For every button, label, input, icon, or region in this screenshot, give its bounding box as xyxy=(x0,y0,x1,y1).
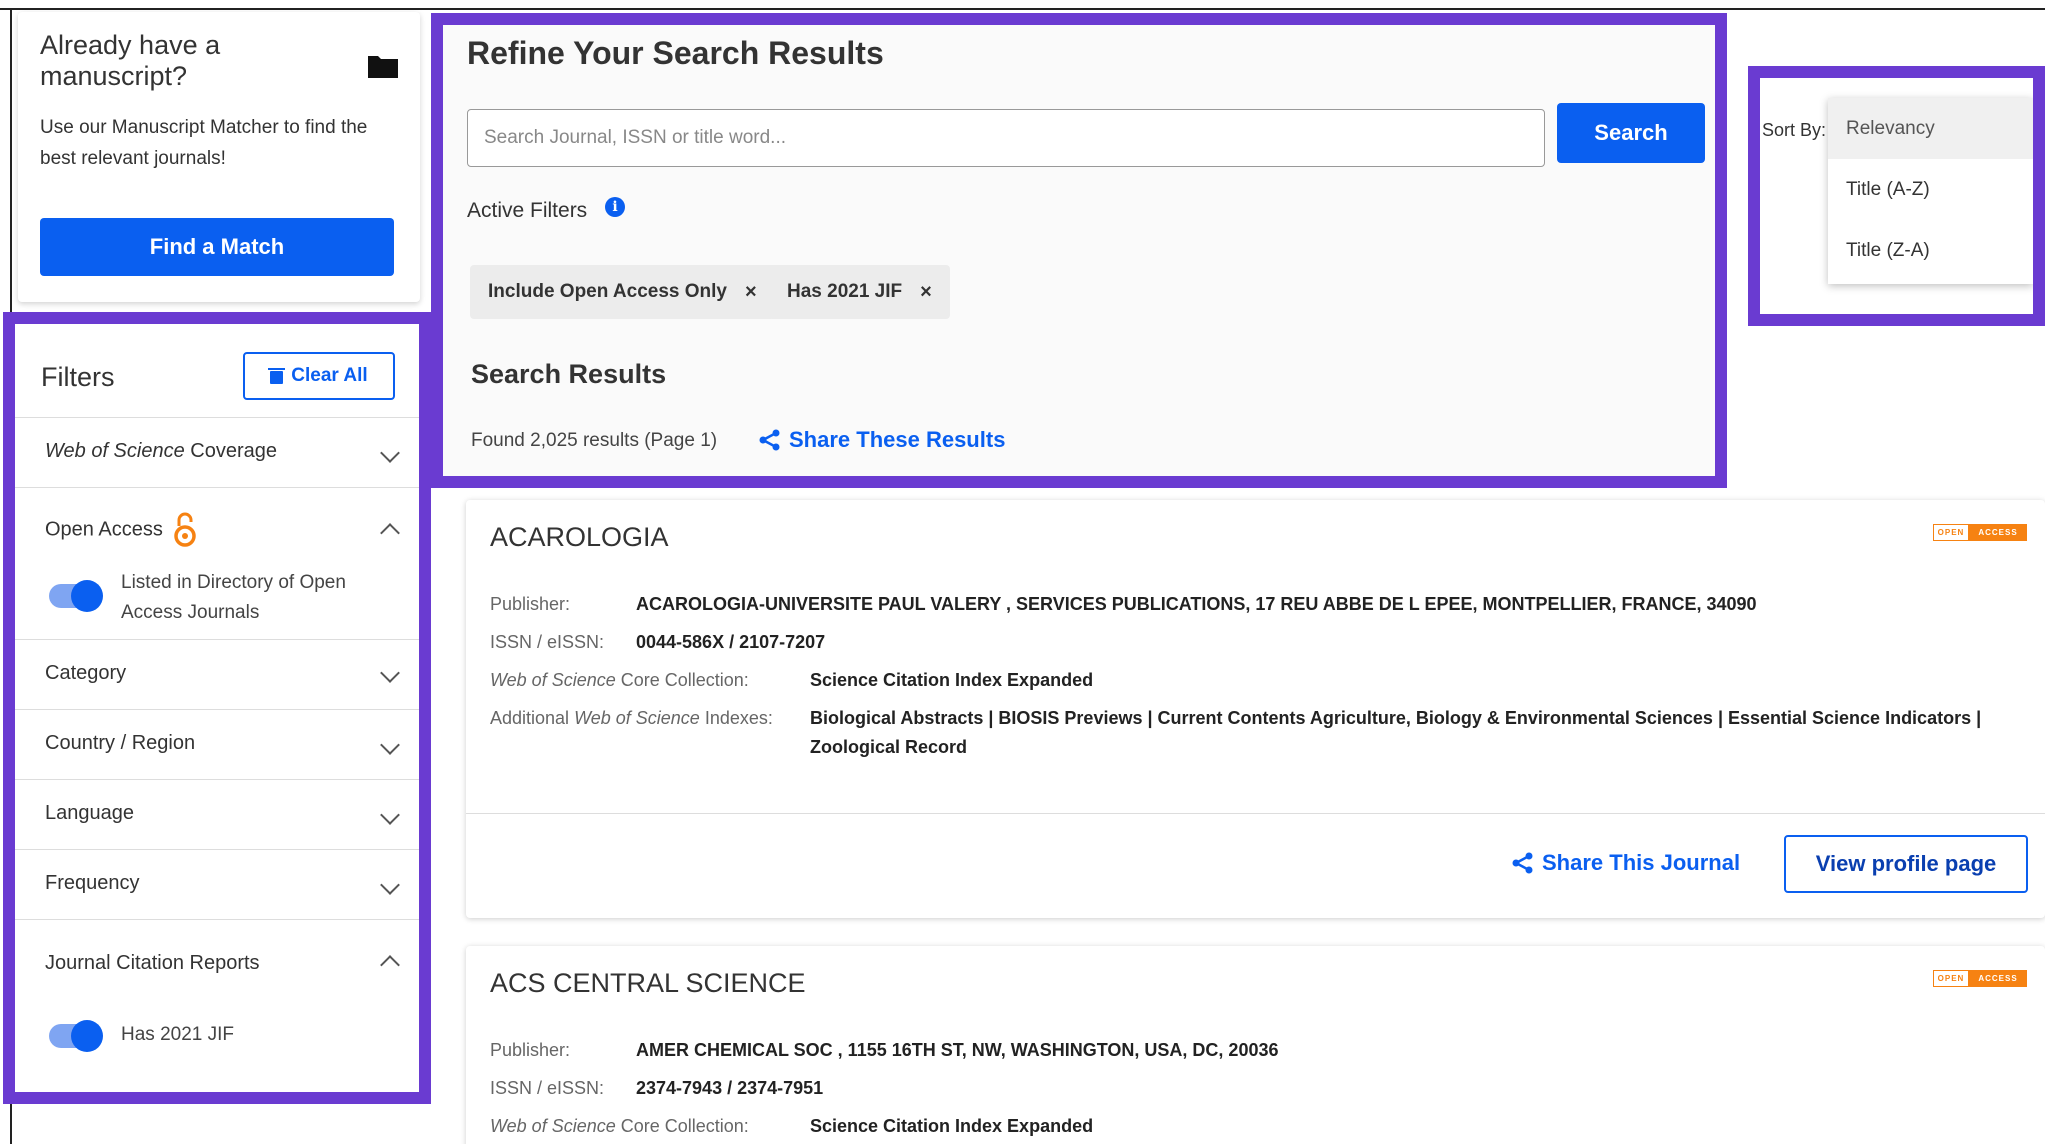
additional-indexes-row: Additional Web of Science Indexes: Biolo… xyxy=(490,708,1981,757)
issn-label: ISSN / eISSN: xyxy=(490,632,605,652)
issn-value: 0044-586X / 2107-7207 xyxy=(636,632,826,652)
publisher-value: ACAROLOGIA-UNIVERSITE PAUL VALERY , SERV… xyxy=(636,594,1757,614)
share-journal-label: Share This Journal xyxy=(1542,850,1741,875)
issn-value: 2374-7943 / 2374-7951 xyxy=(636,1078,824,1098)
manuscript-description: Use our Manuscript Matcher to find the b… xyxy=(40,117,368,169)
publisher-row: Publisher: ACAROLOGIA-UNIVERSITE PAUL VA… xyxy=(490,594,1757,615)
issn-row: ISSN / eISSN: 2374-7943 / 2374-7951 xyxy=(490,1078,823,1099)
journal-result-card: ACS CENTRAL SCIENCE OPEN ACCESS Publishe… xyxy=(466,946,2045,1144)
share-journal-link[interactable]: Share This Journal xyxy=(1512,850,1740,876)
additional-indexes-value-1: Biological Abstracts | BIOSIS Previews |… xyxy=(810,708,1982,728)
folder-icon xyxy=(368,56,398,78)
publisher-label: Publisher: xyxy=(490,1040,571,1060)
frame-top-border xyxy=(0,8,2045,10)
core-collection-label: Web of Science Core Collection: xyxy=(490,1116,749,1136)
issn-label: ISSN / eISSN: xyxy=(490,1078,605,1098)
find-a-match-button[interactable]: Find a Match xyxy=(40,218,394,276)
issn-row: ISSN / eISSN: 0044-586X / 2107-7207 xyxy=(490,632,825,653)
view-profile-button[interactable]: View profile page xyxy=(1784,835,2028,893)
oa-badge-right: ACCESS xyxy=(1969,970,2027,987)
oa-badge-right: ACCESS xyxy=(1969,524,2027,541)
core-collection-row: Web of Science Core Collection: Science … xyxy=(490,1116,1093,1137)
additional-indexes-value-2: Zoological Record xyxy=(810,737,968,757)
manuscript-matcher-card: Already have a manuscript? Use our Manus… xyxy=(18,12,420,302)
journal-title[interactable]: ACAROLOGIA xyxy=(490,522,669,553)
additional-indexes-label: Additional Web of Science Indexes: xyxy=(490,708,773,728)
open-access-badge: OPEN ACCESS xyxy=(1933,524,2027,541)
core-collection-label: Web of Science Core Collection: xyxy=(490,670,749,690)
journal-title[interactable]: ACS CENTRAL SCIENCE xyxy=(490,968,806,999)
highlight-box-filters xyxy=(3,312,431,1104)
journal-result-card: ACAROLOGIA OPEN ACCESS Publisher: ACAROL… xyxy=(466,500,2045,918)
publisher-row: Publisher: AMER CHEMICAL SOC , 1155 16TH… xyxy=(490,1040,1278,1061)
manuscript-title: Already have a manuscript? xyxy=(40,30,221,91)
core-collection-value: Science Citation Index Expanded xyxy=(810,670,1094,690)
open-access-badge: OPEN ACCESS xyxy=(1933,970,2027,987)
core-collection-value: Science Citation Index Expanded xyxy=(810,1116,1094,1136)
highlight-box-sort xyxy=(1748,66,2045,326)
share-icon xyxy=(1512,852,1533,874)
publisher-label: Publisher: xyxy=(490,594,571,614)
publisher-value: AMER CHEMICAL SOC , 1155 16TH ST, NW, WA… xyxy=(636,1040,1279,1060)
core-collection-row: Web of Science Core Collection: Science … xyxy=(490,670,1093,691)
highlight-box-refine xyxy=(431,13,1727,488)
oa-badge-left: OPEN xyxy=(1933,524,1969,541)
card-divider xyxy=(466,813,2045,814)
oa-badge-left: OPEN xyxy=(1933,970,1969,987)
